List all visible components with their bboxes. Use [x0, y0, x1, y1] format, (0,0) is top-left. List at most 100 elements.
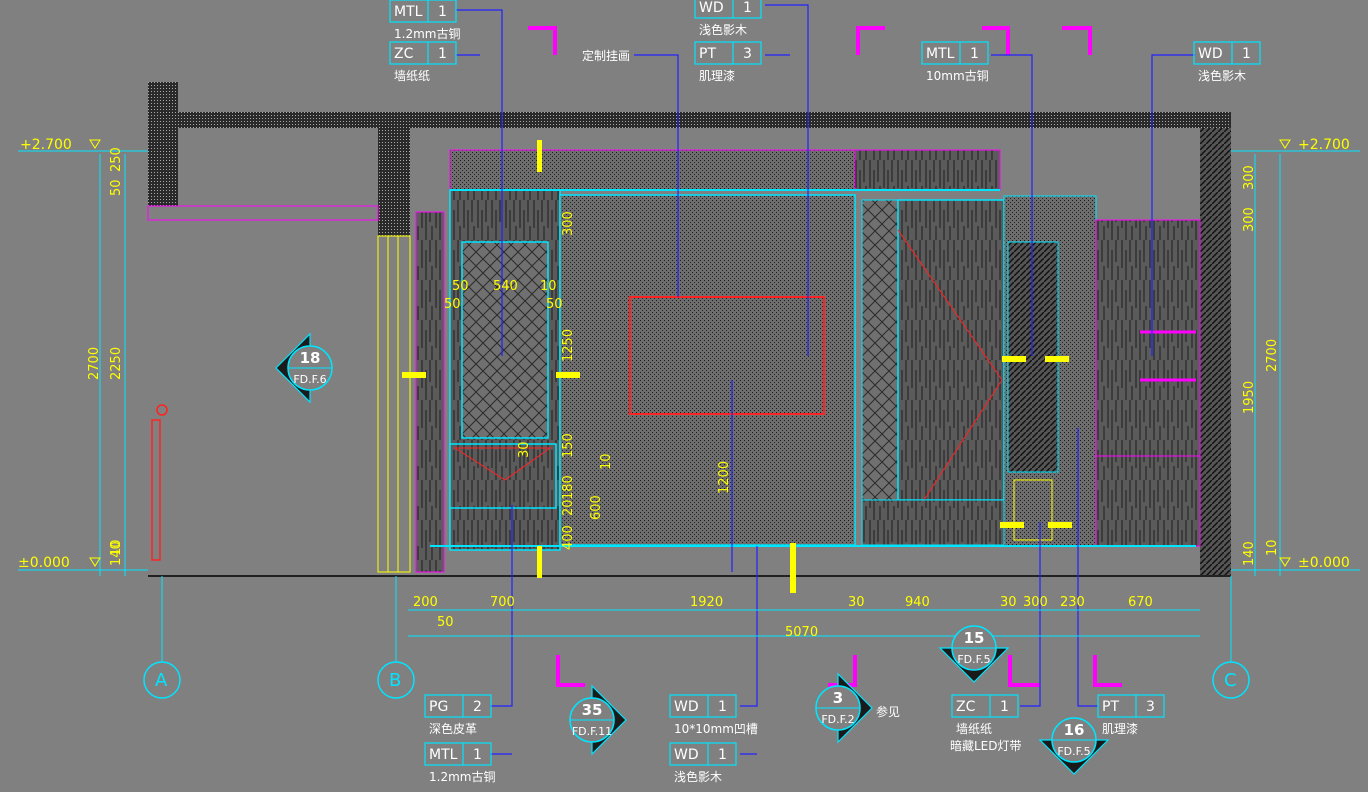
section-symbol[interactable]: 35 FD.F.11	[569, 684, 627, 756]
grid-label-c: C	[1224, 670, 1237, 691]
tag-code: WD	[674, 747, 699, 763]
tag-code: PG	[429, 699, 448, 715]
section-ref: FD.F.2	[821, 713, 854, 726]
tag-label: 墙纸纸	[956, 722, 992, 736]
dimension-text: 10	[1265, 539, 1280, 556]
dimension-text: 600	[589, 495, 604, 520]
dimension-text: 180	[561, 475, 576, 500]
led-label: 暗藏LED灯带	[950, 738, 1022, 753]
material-tag: WD 1 浅色影木	[669, 742, 737, 784]
tag-code: PT	[699, 46, 716, 62]
tag-code: MTL	[926, 46, 955, 62]
beam	[378, 128, 410, 236]
dimension-text: 5070	[785, 625, 818, 640]
tag-label: 浅色影木	[1198, 69, 1246, 83]
dimension-text: 150	[561, 433, 576, 458]
dimension-text: 1950	[1242, 381, 1257, 414]
tag-label: 1.2mm古铜	[394, 26, 460, 41]
section-number: 16	[1064, 721, 1085, 739]
tag-code: ZC	[956, 699, 976, 715]
dimension-text: 300	[1242, 207, 1257, 232]
tag-number: 2	[473, 699, 482, 715]
dimension-text: 1250	[561, 329, 576, 362]
custom-painting-frame	[629, 296, 825, 415]
dimension-text: 400	[561, 525, 576, 550]
dimension-text: 940	[905, 595, 930, 610]
section-symbol[interactable]: 15 FD.F.5	[938, 625, 1010, 683]
dimension-text: 300	[561, 211, 576, 236]
tag-label: 墙纸纸	[394, 69, 430, 83]
dimension-text: 2700	[87, 347, 102, 380]
section-symbol[interactable]: 3 FD.F.2	[815, 672, 873, 744]
tag-number: 1	[1000, 699, 1009, 715]
tag-number: 1	[970, 46, 979, 62]
material-tag: PT 3 肌理漆	[694, 41, 762, 83]
level-top-right: +2.700	[1298, 137, 1350, 153]
dimension-text: 30	[848, 595, 865, 610]
material-tag: PT 3 肌理漆	[1097, 694, 1165, 736]
tag-code: WD	[1198, 46, 1223, 62]
elevation-drawing: +2.700 +2.700 ±0.000 ±0.000 A B C MTL 1 1.…	[18, 0, 1360, 784]
dimension-text: 670	[1128, 595, 1153, 610]
dimension-text: 50	[109, 179, 124, 196]
tag-code: MTL	[429, 747, 458, 763]
material-tag: PG 2 深色皮革	[424, 694, 492, 736]
level-top-left: +2.700	[20, 137, 72, 153]
dimension-text: 50	[546, 297, 563, 312]
section-ref: FD.F.11	[572, 725, 612, 738]
tag-label: 10*10mm凹槽	[674, 722, 758, 736]
tag-number: 1	[438, 46, 447, 62]
section-ref: FD.F.6	[293, 373, 326, 386]
tag-label: 深色皮革	[429, 722, 477, 736]
dimension-text: 50	[444, 297, 461, 312]
material-tag: MTL 1 1.2mm古铜	[389, 0, 460, 41]
tag-number: 1	[473, 747, 482, 763]
tag-label: 10mm古铜	[926, 68, 989, 83]
tag-code: WD	[699, 0, 724, 16]
section-symbol[interactable]: 16 FD.F.5	[1038, 717, 1110, 775]
dimension-text: 540	[493, 279, 518, 294]
dimension-text: 50	[437, 615, 454, 630]
section-number: 18	[300, 349, 321, 367]
grid-label-a: A	[155, 670, 168, 691]
painting-label: 定制挂画	[582, 48, 630, 63]
section-symbol[interactable]: 18 FD.F.6	[275, 332, 333, 404]
tag-label: 1.2mm古铜	[429, 769, 495, 784]
tag-code: ZC	[394, 46, 414, 62]
dimension-text: 200	[413, 595, 438, 610]
tag-label: 浅色影木	[699, 23, 747, 37]
tag-label: 肌理漆	[1102, 722, 1138, 736]
section-ref: FD.F.5	[957, 653, 990, 666]
dimension-text: 230	[1060, 595, 1085, 610]
cad-elevation-viewport[interactable]: +2.700 +2.700 ±0.000 ±0.000 A B C MTL 1 1.…	[0, 0, 1368, 792]
dimension-text: 50	[452, 279, 469, 294]
material-tag: ZC 1 墙纸纸	[389, 41, 457, 83]
tag-code: MTL	[394, 4, 423, 20]
dimension-text: 250	[109, 147, 124, 172]
dimension-text: 2250	[109, 347, 124, 380]
grid-label-b: B	[389, 670, 401, 691]
section-number: 35	[582, 701, 603, 719]
tag-number: 1	[438, 4, 447, 20]
ref-label: 参见	[876, 704, 900, 719]
dimension-text: 140	[109, 541, 124, 566]
dimension-text: 10	[599, 453, 614, 470]
dimension-text: 300	[1242, 165, 1257, 190]
tag-label: 肌理漆	[699, 69, 735, 83]
material-tag: ZC 1 墙纸纸	[951, 694, 1019, 736]
dimension-text: 140	[1242, 541, 1257, 566]
left-column	[148, 82, 178, 206]
material-tag: WD 1 10*10mm凹槽	[669, 694, 758, 736]
ceiling-slab	[148, 112, 1231, 128]
tag-code: WD	[674, 699, 699, 715]
dimension-text: 1920	[690, 595, 723, 610]
dimension-text: 700	[490, 595, 515, 610]
level-bottom-right: ±0.000	[1298, 555, 1350, 571]
door-handle	[151, 419, 161, 561]
tag-number: 1	[1242, 46, 1251, 62]
tag-number: 1	[718, 747, 727, 763]
tag-code: PT	[1102, 699, 1119, 715]
level-bottom-left: ±0.000	[18, 555, 70, 571]
right-wall	[1200, 128, 1231, 576]
section-ref: FD.F.5	[1057, 745, 1090, 758]
